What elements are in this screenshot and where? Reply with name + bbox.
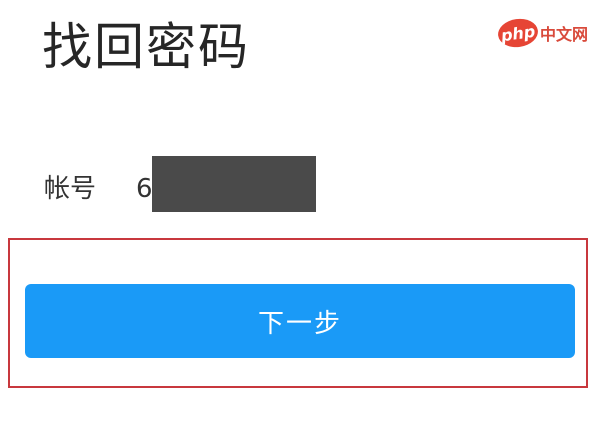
page-title: 找回密码 bbox=[42, 18, 250, 76]
php-logo-icon: php bbox=[496, 16, 540, 50]
watermark-site-text: 中文网 bbox=[539, 25, 588, 44]
site-watermark: php 中文网 bbox=[496, 14, 588, 52]
account-row: 帐号 6 bbox=[44, 156, 344, 212]
account-value: 6 bbox=[136, 174, 153, 204]
account-redaction-mask bbox=[152, 156, 316, 212]
next-step-button[interactable]: 下一步 bbox=[25, 284, 575, 358]
watermark-logo-text: php bbox=[499, 21, 537, 45]
account-label: 帐号 bbox=[44, 174, 97, 204]
